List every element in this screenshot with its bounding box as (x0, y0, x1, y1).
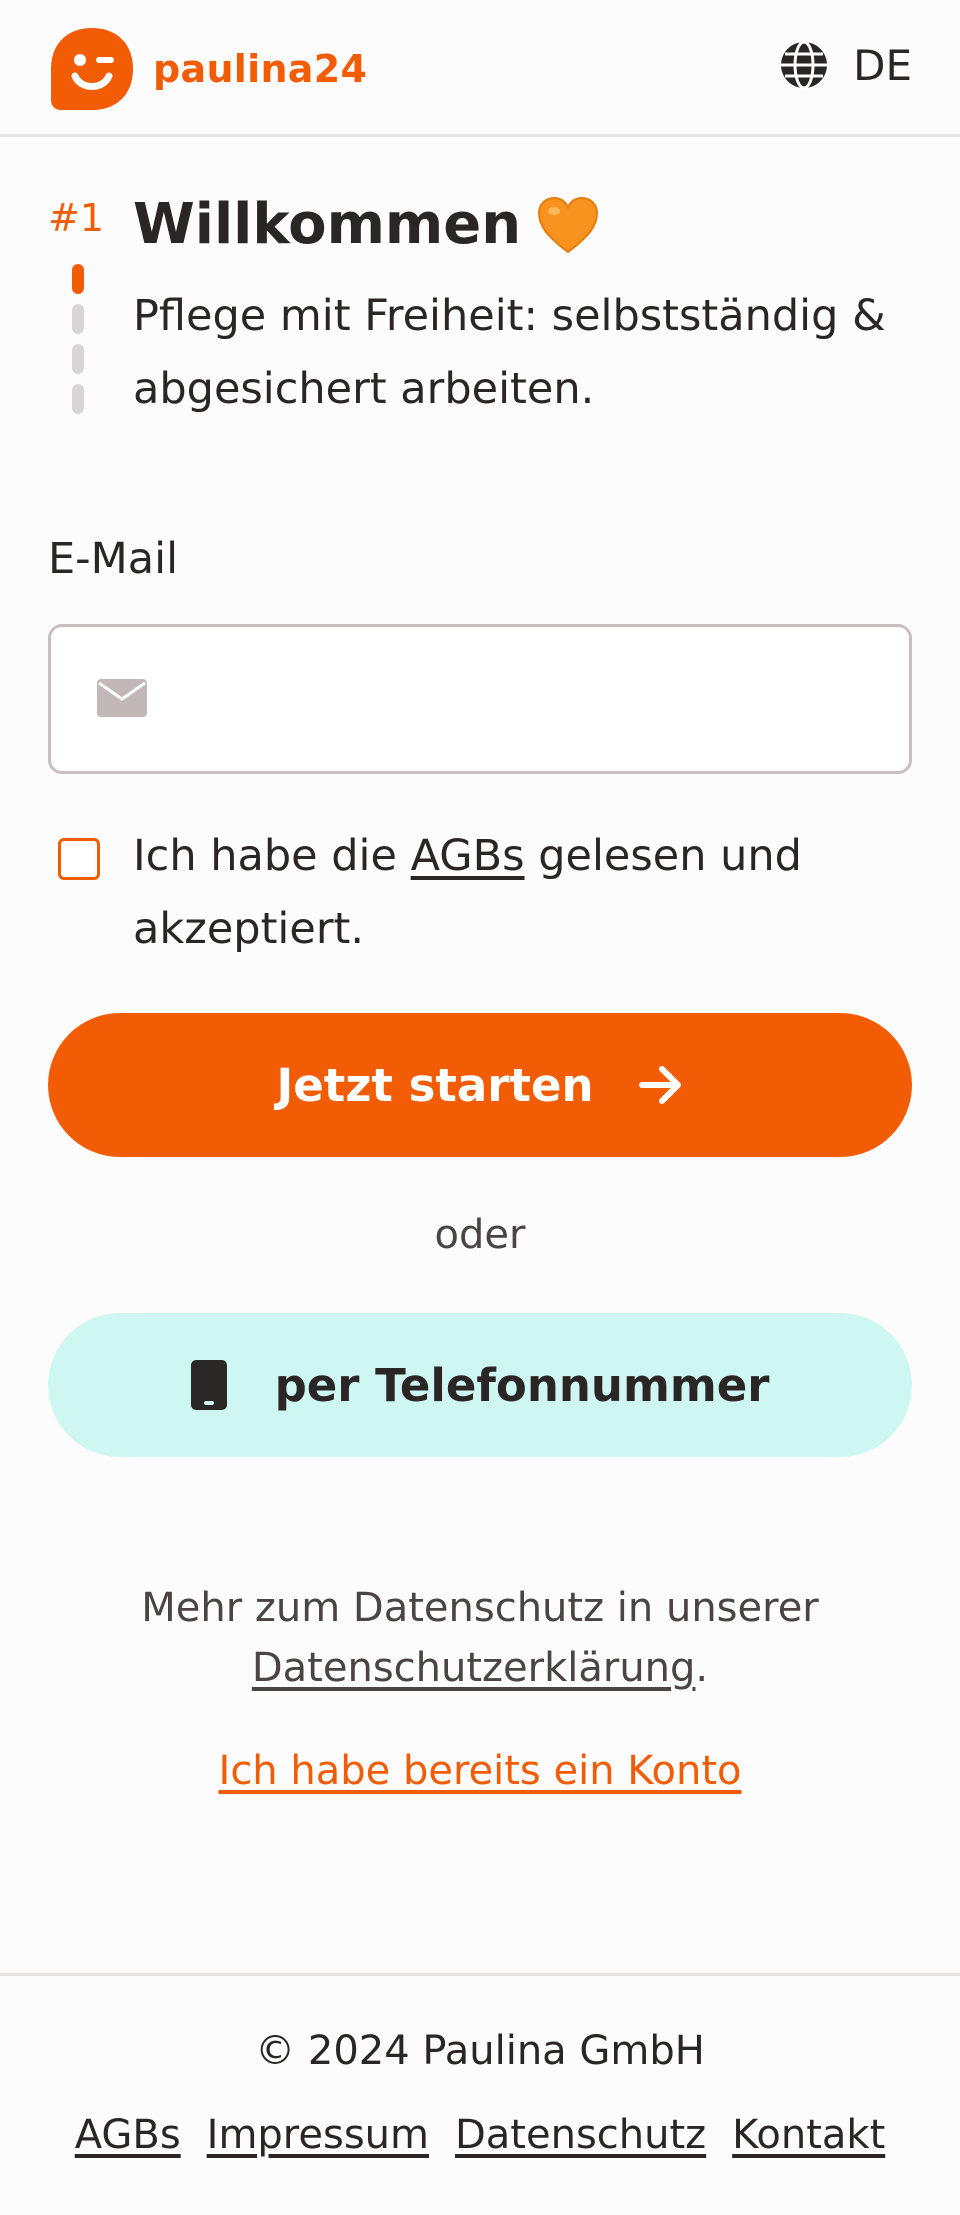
privacy-note: Mehr zum Datenschutz in unserer Datensch… (0, 1578, 960, 1698)
copyright: © 2024 Paulina GmbH (255, 2028, 705, 2074)
globe-icon (781, 40, 828, 90)
privacy-text: Mehr zum Datenschutz in unserer (141, 1585, 819, 1631)
terms-checkbox[interactable] (58, 838, 100, 880)
step-number: #1 (48, 196, 105, 240)
start-button-label: Jetzt starten (276, 1058, 594, 1112)
progress-segment (72, 384, 84, 414)
language-label: DE (853, 40, 912, 90)
page-title: Willkommen (133, 192, 599, 257)
step-progress (72, 264, 84, 424)
email-label: E-Mail (48, 534, 179, 584)
progress-segment (72, 304, 84, 334)
terms-text-before: Ich habe die (133, 831, 411, 881)
site-footer: © 2024 Paulina GmbH AGBs Impressum Daten… (0, 1973, 960, 2215)
phone-signup-label: per Telefonnummer (274, 1358, 770, 1412)
email-field[interactable] (48, 624, 912, 774)
smiley-logo-icon (51, 28, 133, 110)
page-subtitle: Pflege mit Freiheit: selbstständig & abg… (133, 291, 886, 414)
arrow-right-icon (638, 1066, 681, 1104)
terms-agb-link[interactable]: AGBs (411, 831, 525, 881)
smartphone-icon (190, 1360, 227, 1410)
footer-link-kontakt[interactable]: Kontakt (732, 2112, 885, 2158)
terms-text: Ich habe die AGBs gelesen und akzeptiert… (133, 820, 923, 966)
progress-segment (72, 264, 84, 294)
privacy-suffix: . (695, 1645, 709, 1691)
progress-segment (72, 344, 84, 374)
existing-account-link[interactable]: Ich habe bereits ein Konto (0, 1748, 960, 1794)
privacy-policy-link[interactable]: Datenschutzerklärung (252, 1645, 696, 1691)
start-button[interactable]: Jetzt starten (48, 1013, 912, 1157)
or-divider: oder (434, 1212, 526, 1258)
language-switcher[interactable]: DE (779, 40, 912, 90)
brand-logo[interactable]: paulina24 (47, 24, 367, 114)
footer-link-impressum[interactable]: Impressum (207, 2112, 429, 2158)
orange-heart-icon (538, 196, 599, 253)
envelope-icon (97, 679, 147, 717)
footer-link-agbs[interactable]: AGBs (75, 2112, 181, 2158)
page-title-text: Willkommen (133, 192, 522, 257)
email-input[interactable] (181, 647, 881, 751)
site-header: paulina24 DE (0, 0, 960, 137)
phone-signup-button[interactable]: per Telefonnummer (48, 1313, 912, 1457)
brand-name: paulina24 (153, 47, 368, 91)
footer-nav: AGBs Impressum Datenschutz Kontakt (0, 2112, 960, 2158)
footer-link-datenschutz[interactable]: Datenschutz (455, 2112, 706, 2158)
